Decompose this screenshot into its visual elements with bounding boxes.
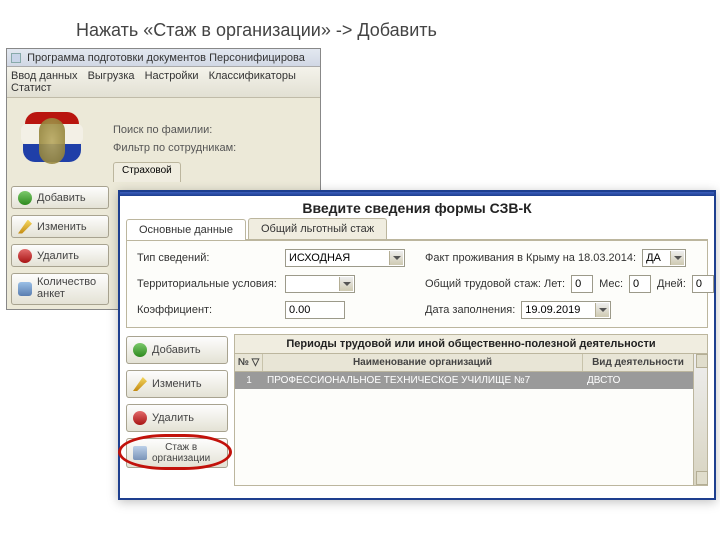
periods-edit-label: Изменить — [152, 378, 202, 390]
menu-klass[interactable]: Классификаторы — [209, 70, 296, 82]
back-edit-label: Изменить — [37, 221, 87, 233]
back-add-button[interactable]: Добавить — [11, 186, 109, 209]
col-act[interactable]: Вид деятельности — [583, 354, 693, 371]
terr-combo[interactable] — [285, 275, 355, 293]
cell-org: ПРОФЕССИОНАЛЬНОЕ ТЕХНИЧЕСКОЕ УЧИЛИЩЕ №7 — [263, 372, 583, 389]
list-icon — [133, 446, 147, 460]
stazh-v-org-button[interactable]: Стаж ворганизации — [126, 438, 228, 468]
grid-header: № ▽ Наименование организаций Вид деятель… — [235, 354, 693, 372]
menu-stat[interactable]: Статист — [11, 82, 51, 94]
terr-label: Территориальные условия: — [137, 278, 279, 290]
dney-label: Дней: — [657, 278, 686, 290]
stazh-label-1: Стаж в — [165, 442, 197, 453]
krym-combo[interactable]: ДА — [642, 249, 686, 267]
back-add-label: Добавить — [37, 192, 86, 204]
date-value: 19.09.2019 — [525, 304, 580, 316]
count-label-2: анкет — [37, 289, 96, 301]
chevron-down-icon[interactable] — [595, 303, 609, 317]
periods-panel: Периоды трудовой или иной общественно-по… — [234, 334, 708, 486]
tip-label: Тип сведений: — [137, 252, 279, 264]
menubar[interactable]: Ввод данных Выгрузка Настройки Классифик… — [7, 67, 320, 98]
window-title: Программа подготовки документов Персониф… — [27, 52, 305, 64]
back-del-label: Удалить — [37, 250, 79, 262]
main-form-panel: Тип сведений: ИСХОДНАЯ Территориальные у… — [126, 240, 708, 328]
back-edit-button[interactable]: Изменить — [11, 215, 109, 238]
back-del-button[interactable]: Удалить — [11, 244, 109, 267]
tab-main-data[interactable]: Основные данные — [126, 219, 246, 240]
date-combo[interactable]: 19.09.2019 — [521, 301, 611, 319]
szv-k-dialog: Введите сведения формы СЗВ-К Основные да… — [118, 190, 716, 500]
koef-input[interactable]: 0.00 — [285, 301, 345, 319]
app-icon — [11, 53, 21, 63]
dney-input[interactable]: 0 — [692, 275, 714, 293]
delete-icon — [18, 249, 32, 263]
tip-combo[interactable]: ИСХОДНАЯ — [285, 249, 405, 267]
mes-input[interactable]: 0 — [629, 275, 651, 293]
periods-title: Периоды трудовой или иной общественно-по… — [235, 335, 707, 354]
chevron-down-icon[interactable] — [670, 251, 684, 265]
let-value: 0 — [575, 278, 581, 290]
date-label: Дата заполнения: — [425, 304, 515, 316]
titlebar: Программа подготовки документов Персониф… — [7, 49, 320, 67]
koef-value: 0.00 — [289, 304, 310, 316]
filter-label: Фильтр по сотрудникам: — [113, 142, 248, 154]
menu-vvod[interactable]: Ввод данных — [11, 70, 78, 82]
add-icon — [133, 343, 147, 357]
periods-del-button[interactable]: Удалить — [126, 404, 228, 432]
col-org[interactable]: Наименование организаций — [263, 354, 583, 371]
koef-label: Коэффициент: — [137, 304, 279, 316]
stazh-label-2: организации — [152, 453, 210, 464]
menu-vygruzka[interactable]: Выгрузка — [88, 70, 135, 82]
tab-strahovoy[interactable]: Страховой — [113, 162, 181, 182]
dney-value: 0 — [696, 278, 702, 290]
cell-act: ДВСТО — [583, 372, 693, 389]
add-icon — [18, 191, 32, 205]
let-input[interactable]: 0 — [571, 275, 593, 293]
count-icon — [18, 282, 32, 296]
periods-del-label: Удалить — [152, 412, 194, 424]
mes-label: Мес: — [599, 278, 623, 290]
dialog-title: Введите сведения формы СЗВ-К — [120, 196, 714, 218]
stazh-label: Общий трудовой стаж: Лет: — [425, 278, 565, 290]
delete-icon — [133, 411, 147, 425]
mes-value: 0 — [633, 278, 639, 290]
instruction-text: Нажать «Стаж в организации» -> Добавить — [76, 20, 437, 41]
col-num[interactable]: № ▽ — [235, 354, 263, 371]
krym-value: ДА — [646, 252, 661, 264]
edit-icon — [133, 377, 147, 391]
pfr-logo — [17, 108, 87, 178]
scrollbar[interactable] — [693, 354, 707, 485]
menu-nastroyki[interactable]: Настройки — [145, 70, 199, 82]
tip-value: ИСХОДНАЯ — [289, 252, 350, 264]
table-row[interactable]: 1 ПРОФЕССИОНАЛЬНОЕ ТЕХНИЧЕСКОЕ УЧИЛИЩЕ №… — [235, 372, 693, 389]
tab-priv-stazh[interactable]: Общий льготный стаж — [248, 218, 387, 239]
periods-edit-button[interactable]: Изменить — [126, 370, 228, 398]
edit-icon — [18, 220, 32, 234]
krym-label: Факт проживания в Крыму на 18.03.2014: — [425, 252, 636, 264]
periods-add-button[interactable]: Добавить — [126, 336, 228, 364]
periods-add-label: Добавить — [152, 344, 201, 356]
chevron-down-icon[interactable] — [389, 251, 403, 265]
back-count-button[interactable]: Количествоанкет — [11, 273, 109, 305]
chevron-down-icon[interactable] — [339, 277, 353, 291]
search-label: Поиск по фамилии: — [113, 124, 248, 136]
cell-num: 1 — [235, 372, 263, 389]
